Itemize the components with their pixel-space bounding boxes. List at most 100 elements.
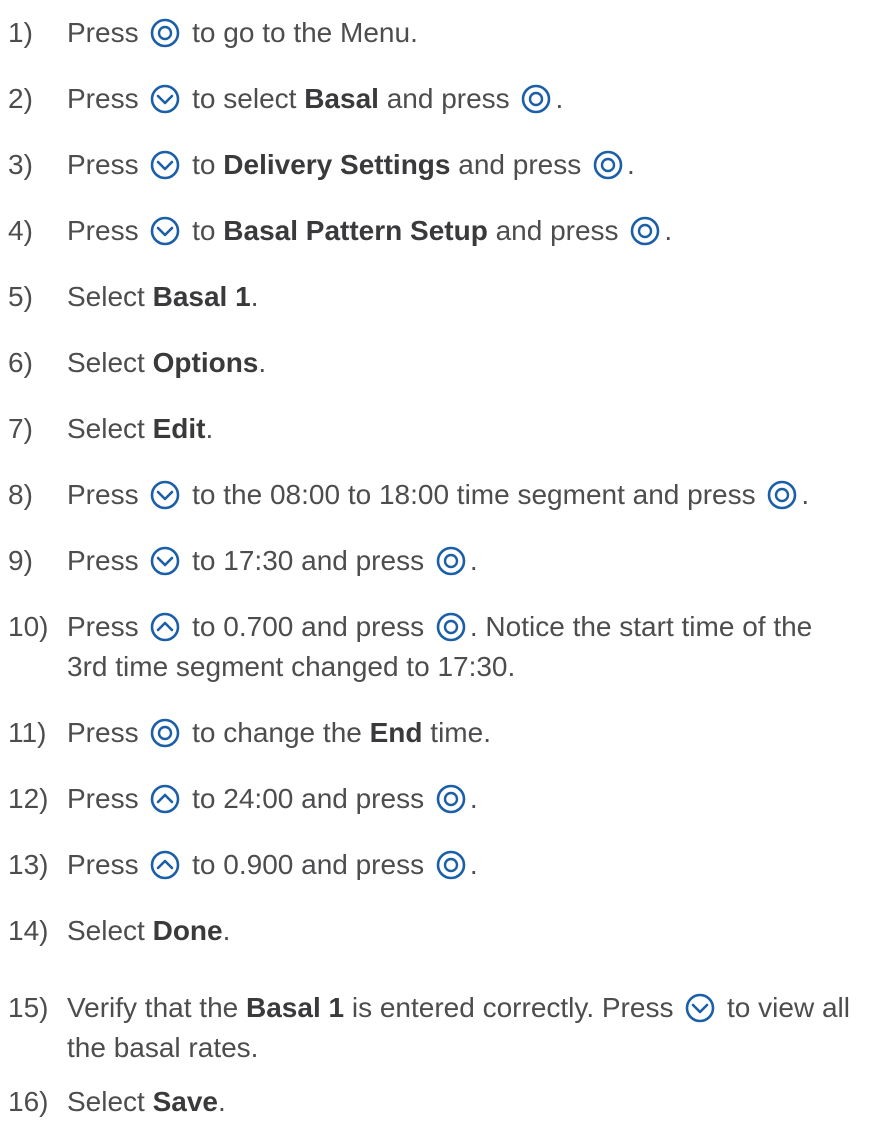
step-text: Select Edit. <box>67 409 857 449</box>
step-text: Press to go to the Menu. <box>67 13 857 53</box>
step-text-part: Press <box>67 717 147 748</box>
step-text: Press to 0.900 and press . <box>67 845 857 885</box>
step-text-part: to <box>184 215 224 246</box>
step-number: 4) <box>8 215 33 246</box>
step-text-part: . <box>664 215 673 246</box>
step-text-part: and press <box>487 215 627 246</box>
select-button-icon <box>436 850 466 880</box>
step-text-part: Select <box>67 413 153 444</box>
select-button-icon <box>767 480 797 510</box>
step-number: 15) <box>8 992 49 1023</box>
step-text: Verify that the Basal 1 is entered corre… <box>67 988 857 1068</box>
step-text-part: . <box>222 915 231 946</box>
step-number: 6) <box>8 347 33 378</box>
step-text: Press to the 08:00 to 18:00 time segment… <box>67 475 857 515</box>
step-text-part: is entered correctly. Press <box>344 992 682 1023</box>
step-text: Select Options. <box>67 343 857 383</box>
step-number: 7) <box>8 413 33 444</box>
step-number: 13) <box>8 849 49 880</box>
down-button-icon <box>150 150 180 180</box>
step-text-part: . <box>801 479 810 510</box>
step-number: 5) <box>8 281 33 312</box>
down-button-icon <box>150 84 180 114</box>
step-number: 9) <box>8 545 33 576</box>
up-button-icon <box>150 612 180 642</box>
step-text-part: time. <box>422 717 491 748</box>
step-text-part: . <box>555 83 564 114</box>
step-text: Press to Basal Pattern Setup and press . <box>67 211 857 251</box>
step-bold-term: Basal Pattern Setup <box>223 215 488 246</box>
down-button-icon <box>685 993 715 1023</box>
step-text-part: . <box>205 413 214 444</box>
step-number: 11) <box>8 717 47 748</box>
step-text-part: . <box>218 1086 226 1117</box>
step-text-part: to change the <box>184 717 370 748</box>
step-number: 2) <box>8 83 33 114</box>
select-button-icon <box>593 150 623 180</box>
step-text-part: Press <box>67 545 147 576</box>
step-text: Press to Delivery Settings and press . <box>67 145 857 185</box>
select-button-icon <box>150 718 180 748</box>
step-text-part: Press <box>67 479 147 510</box>
step-number: 14) <box>8 915 49 946</box>
select-button-icon <box>436 546 466 576</box>
select-button-icon <box>630 216 660 246</box>
step-text-part: . <box>469 849 478 880</box>
step-bold-term: Basal 1 <box>246 992 345 1023</box>
step-text-part: Press <box>67 17 147 48</box>
step-text-part: Press <box>67 611 147 642</box>
select-button-icon <box>521 84 551 114</box>
step-text-part: . <box>469 545 478 576</box>
step-text-part: to 0.700 and press <box>184 611 432 642</box>
step-bold-term: Delivery Settings <box>223 149 451 180</box>
select-button-icon <box>436 784 466 814</box>
step-text-part: . <box>469 783 478 814</box>
step-text: Press to 0.700 and press . Notice the st… <box>67 607 857 687</box>
step-text-part: Press <box>67 215 147 246</box>
up-button-icon <box>150 850 180 880</box>
step-text-part: to <box>184 149 224 180</box>
step-number: 8) <box>8 479 33 510</box>
step-number: 16) <box>8 1086 49 1117</box>
step-bold-term: Basal <box>304 83 379 114</box>
step-text-part: Select <box>67 281 153 312</box>
step-text-part: to 0.900 and press <box>184 849 432 880</box>
step-text-part: . <box>250 281 259 312</box>
step-text: Select Save. <box>67 1082 857 1122</box>
step-text-part: Press <box>67 849 147 880</box>
step-text-part: to 24:00 and press <box>184 783 432 814</box>
step-bold-term: Done <box>152 915 223 946</box>
step-bold-term: End <box>369 717 423 748</box>
step-text-part: Press <box>67 783 147 814</box>
step-text: Select Basal 1. <box>67 277 857 317</box>
step-text: Press to 17:30 and press . <box>67 541 857 581</box>
step-bold-term: Save <box>152 1086 219 1117</box>
up-button-icon <box>150 784 180 814</box>
step-text-part: and press <box>378 83 518 114</box>
step-text-part: Select <box>67 347 153 378</box>
step-text-part: Press <box>67 149 147 180</box>
step-text-part: Select <box>67 915 153 946</box>
select-button-icon <box>150 18 180 48</box>
step-text: Press to 24:00 and press . <box>67 779 857 819</box>
instruction-list: 1) Press to go to the Menu. 2) Press to … <box>0 0 871 1129</box>
step-text-part: to 17:30 and press <box>184 545 432 576</box>
step-text-part: to go to the Menu. <box>184 17 418 48</box>
select-button-icon <box>436 612 466 642</box>
down-button-icon <box>150 546 180 576</box>
step-text: Select Done. <box>67 911 857 951</box>
step-bold-term: Options <box>152 347 259 378</box>
step-text: Press to change the End time. <box>67 713 857 753</box>
step-text-part: and press <box>450 149 590 180</box>
step-text-part: to the 08:00 to 18:00 time segment and p… <box>184 479 764 510</box>
step-number: 1) <box>8 17 33 48</box>
down-button-icon <box>150 480 180 510</box>
step-bold-term: Basal 1 <box>152 281 251 312</box>
step-text-part: . <box>627 149 635 180</box>
step-number: 12) <box>8 783 49 814</box>
step-number: 3) <box>8 149 33 180</box>
step-text-part: Verify that the <box>67 992 246 1023</box>
step-text-part: to select <box>184 83 305 114</box>
step-text-part: Press <box>67 83 147 114</box>
step-number: 10) <box>8 611 49 642</box>
